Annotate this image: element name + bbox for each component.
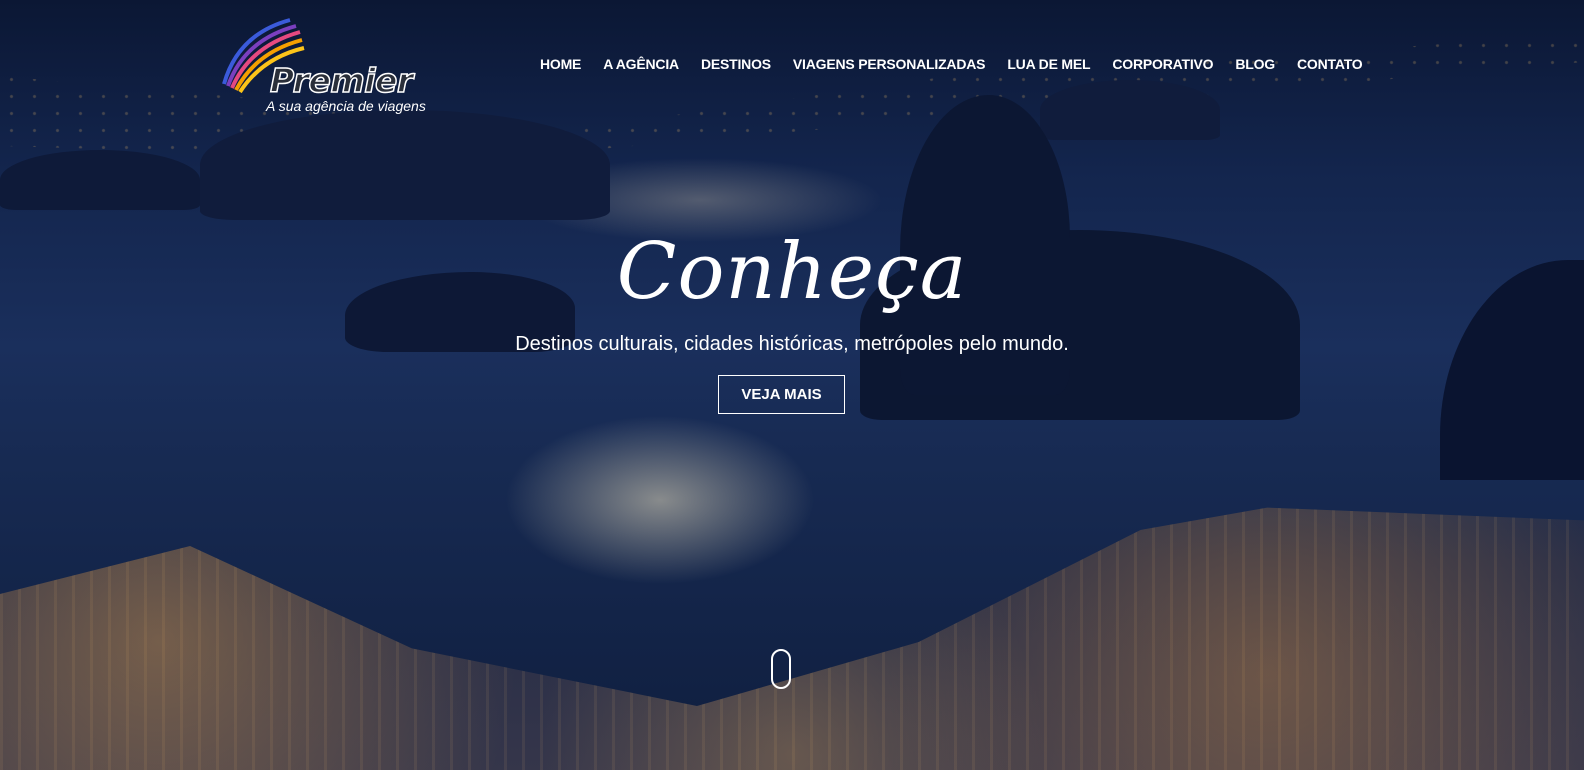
main-nav: HOME A AGÊNCIA DESTINOS VIAGENS PERSONAL… <box>540 55 1385 73</box>
nav-item-corporativo[interactable]: CORPORATIVO <box>1112 55 1213 73</box>
nav-item-lua-de-mel[interactable]: LUA DE MEL <box>1007 55 1090 73</box>
hero-section: Premier A sua agência de viagens HOME A … <box>0 0 1584 770</box>
veja-mais-button[interactable]: VEJA MAIS <box>718 375 845 414</box>
mouse-scroll-icon[interactable] <box>771 649 791 689</box>
nav-item-viagens-personalizadas[interactable]: VIAGENS PERSONALIZADAS <box>793 55 986 73</box>
background-hill <box>200 110 610 220</box>
logo-name: Premier <box>269 61 414 100</box>
hero-title: Conheça <box>616 227 968 317</box>
background-hill <box>0 150 200 210</box>
nav-item-destinos[interactable]: DESTINOS <box>701 55 771 73</box>
logo-tagline: A sua agência de viagens <box>266 98 426 114</box>
background-hill <box>1040 80 1220 140</box>
nav-item-a-agencia[interactable]: A AGÊNCIA <box>603 55 679 73</box>
nav-item-contato[interactable]: CONTATO <box>1297 55 1363 73</box>
city-skyline-background <box>0 507 1584 770</box>
nav-item-blog[interactable]: BLOG <box>1235 55 1275 73</box>
hero-subtitle: Destinos culturais, cidades históricas, … <box>515 333 1069 355</box>
site-logo[interactable]: Premier A sua agência de viagens <box>218 14 428 118</box>
nav-item-home[interactable]: HOME <box>540 55 581 73</box>
